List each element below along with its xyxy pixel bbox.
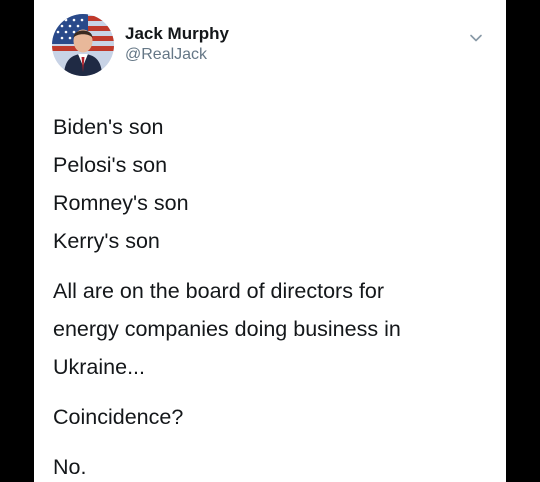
chevron-down-icon[interactable] xyxy=(468,30,484,46)
tweet-answer: No. xyxy=(53,455,87,479)
tweet-header: Jack Murphy @RealJack xyxy=(52,14,498,80)
author-name[interactable]: Jack Murphy xyxy=(125,24,229,44)
tweet-line: Pelosi's son xyxy=(53,153,168,177)
tweet-paragraph: Coincidence? xyxy=(53,398,493,436)
tweet-paragraph: All are on the board of directors for en… xyxy=(53,272,493,386)
author-handle[interactable]: @RealJack xyxy=(125,46,207,64)
screenshot-frame: Jack Murphy @RealJack Biden's son Pelosi… xyxy=(0,0,540,482)
tweet-text: Biden's son Pelosi's son Romney's son Ke… xyxy=(53,108,493,482)
tweet-line: Biden's son xyxy=(53,115,164,139)
profile-photo-icon xyxy=(52,14,114,76)
right-black-bar xyxy=(506,0,540,482)
tweet-line: energy companies doing business in xyxy=(53,317,401,341)
avatar[interactable] xyxy=(52,14,114,76)
left-black-bar xyxy=(0,0,34,482)
tweet-paragraph: No. xyxy=(53,448,493,482)
tweet-line: Romney's son xyxy=(53,191,189,215)
tweet-line: All are on the board of directors for xyxy=(53,279,385,303)
tweet-line: Kerry's son xyxy=(53,229,160,253)
tweet-line: Ukraine... xyxy=(53,355,146,379)
tweet-question: Coincidence? xyxy=(53,405,184,429)
tweet-card: Jack Murphy @RealJack Biden's son Pelosi… xyxy=(34,0,506,482)
